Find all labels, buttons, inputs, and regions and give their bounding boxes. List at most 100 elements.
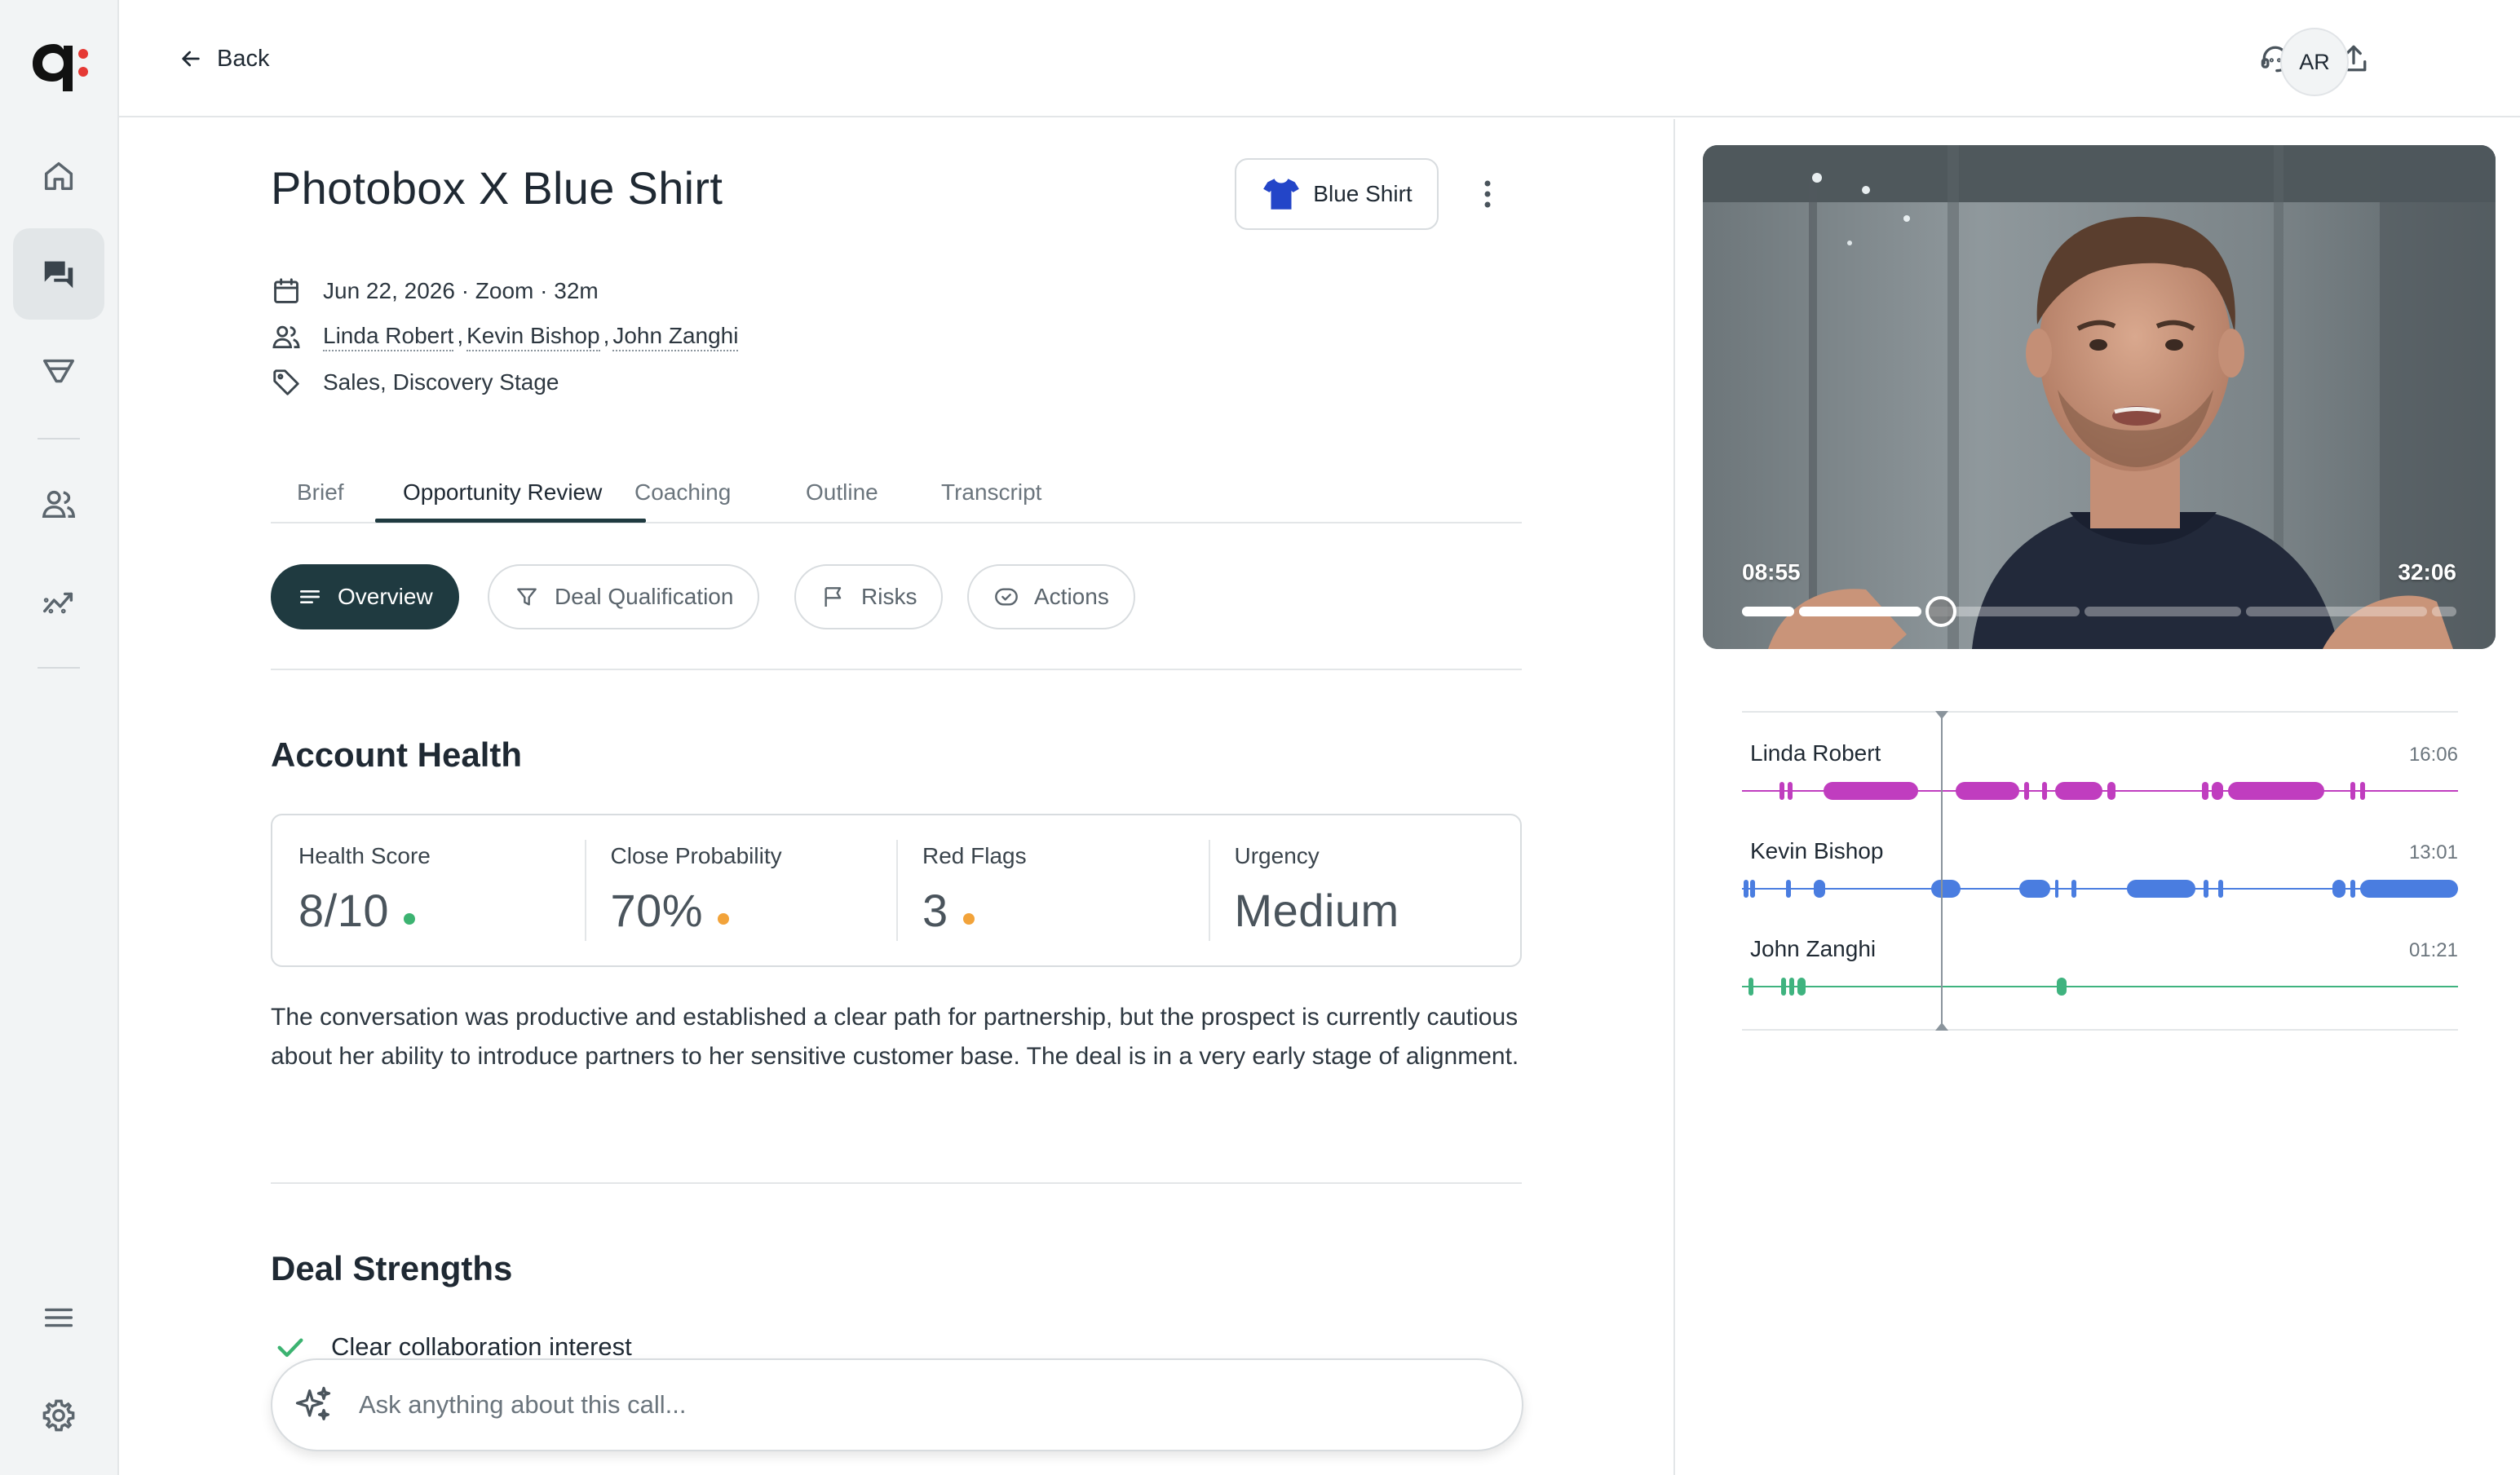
metric-value: 3 [922, 885, 948, 936]
subtab-label: Overview [338, 584, 433, 609]
speaking-segment[interactable] [1956, 782, 2019, 800]
subtab-label: Risks [861, 584, 917, 609]
speaking-segment[interactable] [1749, 978, 1753, 996]
speaking-segment[interactable] [2127, 880, 2195, 898]
speaking-segment[interactable] [1788, 782, 1793, 800]
nav-menu[interactable] [13, 1272, 104, 1363]
participant-link[interactable]: Kevin Bishop [466, 323, 600, 351]
speaking-segment[interactable] [2350, 782, 2355, 800]
ask-input[interactable] [359, 1390, 1419, 1420]
nav-settings[interactable] [13, 1370, 104, 1461]
tab-bar: Brief Opportunity Review Coaching Outlin… [271, 461, 1522, 523]
speaking-segment[interactable] [1814, 880, 1825, 898]
speaking-segment[interactable] [2228, 782, 2324, 800]
nav-analytics[interactable] [13, 556, 104, 647]
video-progress-bar[interactable] [1742, 596, 2456, 627]
speaker-track[interactable] [1742, 779, 2458, 802]
metric-value: 8/10 [298, 885, 389, 936]
tab-opportunity-review[interactable]: Opportunity Review [403, 461, 602, 523]
participant-link[interactable]: John Zanghi [612, 323, 739, 351]
speaking-segment[interactable] [1797, 978, 1806, 996]
home-icon [44, 161, 73, 191]
subtab-actions[interactable]: Actions [967, 564, 1135, 629]
status-dot [718, 912, 730, 925]
speaking-segment[interactable] [1779, 782, 1784, 800]
video-frame [1703, 145, 2496, 649]
speaking-segment[interactable] [2024, 782, 2029, 800]
logo[interactable] [29, 36, 90, 93]
menu-icon [44, 1308, 73, 1327]
sidebar [0, 0, 119, 1475]
chapter-segment[interactable] [2432, 607, 2456, 616]
speaking-segment[interactable] [1750, 880, 1755, 898]
users-icon [272, 325, 300, 349]
speaker-duration: 01:21 [2408, 939, 2458, 961]
speaking-segment[interactable] [2212, 782, 2223, 800]
page-title: Photobox X Blue Shirt [271, 162, 723, 214]
speaking-segment[interactable] [1931, 880, 1961, 898]
avatar-initials: AR [2299, 49, 2330, 74]
call-date: Jun 22, 2026 · Zoom · 32m [323, 278, 599, 303]
speaking-segment[interactable] [1781, 978, 1786, 996]
speaking-segment[interactable] [2042, 782, 2047, 800]
subtab-risks[interactable]: Risks [794, 564, 944, 629]
speaking-segment[interactable] [2057, 978, 2067, 996]
speaking-segment[interactable] [2204, 880, 2208, 898]
speaking-segment[interactable] [1744, 880, 1749, 898]
gear-icon [42, 1399, 75, 1432]
speaking-segment[interactable] [2350, 880, 2355, 898]
speaking-segment[interactable] [2071, 880, 2076, 898]
deal-strengths-title: Deal Strengths [271, 1249, 513, 1287]
speaking-segment[interactable] [2360, 782, 2365, 800]
company-tag-button[interactable]: Blue Shirt [1235, 158, 1439, 230]
nav-people[interactable] [13, 458, 104, 550]
call-labels: Sales, Discovery Stage [323, 369, 559, 395]
call-date-row: Jun 22, 2026 · Zoom · 32m [271, 276, 599, 307]
speaking-segment[interactable] [2218, 880, 2223, 898]
speaking-segment[interactable] [2332, 880, 2345, 898]
chapter-segment[interactable] [2246, 607, 2427, 616]
speaking-segment[interactable] [2107, 782, 2115, 800]
tab-transcript[interactable]: Transcript [941, 461, 1041, 523]
chapter-segment[interactable] [2085, 607, 2241, 616]
subtab-overview[interactable]: Overview [271, 564, 459, 629]
participant-link[interactable]: Linda Robert [323, 323, 454, 351]
nav-funnel[interactable] [13, 326, 104, 417]
tab-outline[interactable]: Outline [806, 461, 878, 523]
filter-icon [43, 359, 74, 383]
account-health-title: Account Health [271, 735, 523, 774]
tab-brief[interactable]: Brief [297, 461, 344, 523]
nav-home[interactable] [13, 130, 104, 222]
divider [271, 1182, 1522, 1184]
speaking-segment[interactable] [2360, 880, 2458, 898]
analytics-icon [43, 592, 73, 614]
chat-icon [44, 261, 73, 289]
metric-value: Medium [1234, 885, 1399, 936]
speaker-track[interactable] [1742, 975, 2458, 998]
video-player[interactable]: 08:55 32:06 [1703, 145, 2496, 649]
separator: , [603, 322, 610, 348]
speaking-segment[interactable] [1824, 782, 1918, 800]
company-tag-label: Blue Shirt [1313, 181, 1413, 206]
speaking-segment[interactable] [2202, 782, 2208, 800]
speaking-segment[interactable] [1789, 978, 1794, 996]
timeline-playhead[interactable] [1935, 711, 1948, 1031]
current-time: 08:55 [1742, 559, 1801, 585]
speaker-name: Linda Robert [1750, 740, 1881, 766]
speaking-segment[interactable] [1786, 880, 1791, 898]
progress-knob[interactable] [1925, 596, 1956, 627]
total-time: 32:06 [2398, 559, 2456, 585]
speaker-duration: 13:01 [2408, 841, 2458, 863]
speaker-track[interactable] [1742, 877, 2458, 900]
nav-conversations[interactable] [13, 228, 104, 320]
tab-coaching[interactable]: Coaching [634, 461, 731, 523]
speaking-segment[interactable] [2055, 782, 2102, 800]
speaking-segment[interactable] [2019, 880, 2050, 898]
metric-health-score: Health Score 8/10 [272, 815, 585, 965]
more-options-button[interactable] [1473, 170, 1502, 219]
back-button[interactable]: Back [178, 39, 269, 78]
speaking-segment[interactable] [2055, 880, 2058, 898]
subtab-deal-qualification[interactable]: Deal Qualification [488, 564, 760, 629]
avatar[interactable]: AR [2280, 28, 2349, 96]
metric-label: Health Score [298, 843, 431, 868]
